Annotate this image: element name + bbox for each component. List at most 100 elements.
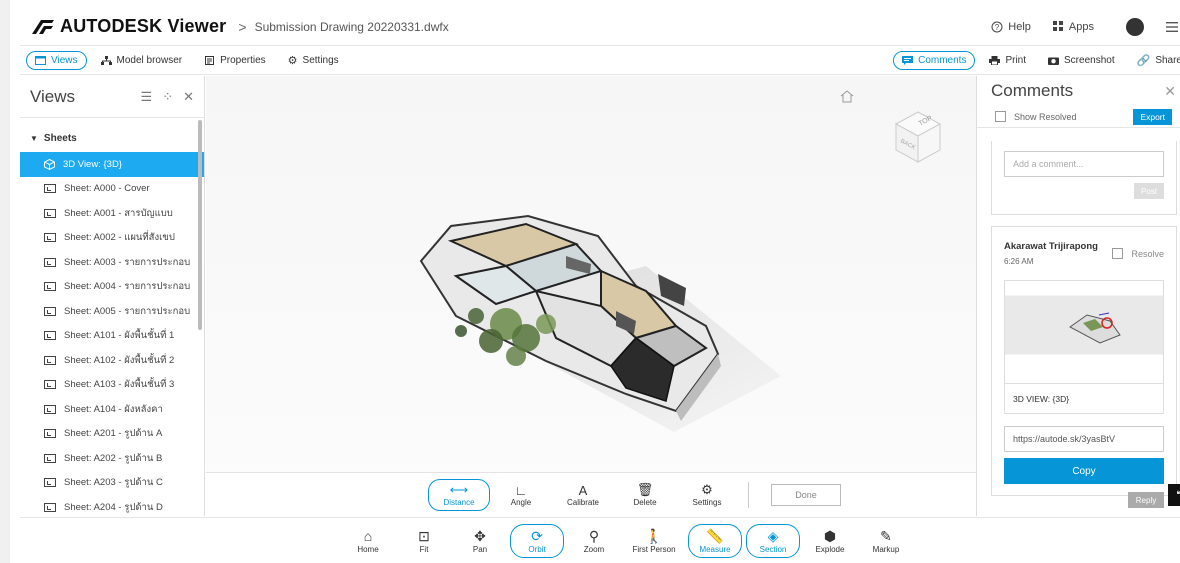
sheet-item[interactable]: Sheet: A101 - ผังพื้นชั้นที่ 1 [20, 324, 204, 349]
tree-item-label: Sheet: A101 - ผังพื้นชั้นที่ 1 [64, 330, 175, 342]
sheets-section-header[interactable]: ▼ Sheets [20, 124, 204, 152]
fit-button[interactable]: ⊡ Fit [396, 527, 452, 555]
sheet-item[interactable]: Sheet: A000 - Cover [20, 177, 204, 202]
measure-settings-button[interactable]: ⚙ Settings [676, 482, 738, 507]
help-label: Help [1008, 20, 1031, 33]
view-item-3d[interactable]: 3D View: {3D} [20, 152, 204, 177]
tree-item-label: 3D View: {3D} [63, 158, 122, 170]
export-button[interactable]: Export [1133, 108, 1172, 125]
sheet-item[interactable]: Sheet: A002 - แผนที่สังเขป [20, 226, 204, 251]
measure-done-button[interactable]: Done [771, 483, 841, 506]
caret-down-icon: ▼ [30, 133, 38, 143]
copy-link-button[interactable]: Copy [1004, 458, 1164, 484]
views-panel: Views ☰ ⁘ ✕ ▼ Sheets 3D View: {3D} Sheet:… [20, 76, 205, 516]
hamburger-menu-icon [1166, 21, 1178, 32]
pan-button[interactable]: ✥ Pan [452, 527, 508, 555]
orbit-button[interactable]: ⟳ Orbit [510, 523, 564, 558]
share-link-field[interactable]: https://autode.sk/3yasBtV [1004, 426, 1164, 452]
feedback-icon[interactable]: ❝ [1168, 484, 1180, 506]
fit-label: Fit [419, 545, 429, 554]
measure-angle-button[interactable]: ∟ Angle [490, 482, 552, 508]
angle-label: Angle [510, 498, 532, 507]
share-button[interactable]: 🔗 Share [1129, 51, 1180, 70]
zoom-label: Zoom [583, 545, 605, 554]
avatar [1126, 17, 1144, 36]
apps-grid-icon [1052, 21, 1063, 31]
toolbar-divider [748, 481, 749, 508]
resolve-checkbox[interactable] [1112, 248, 1124, 259]
user-avatar-button[interactable] [1126, 17, 1144, 36]
angle-icon: ∟ [514, 482, 528, 498]
measure-label: Measure [699, 545, 731, 554]
first-person-button[interactable]: 🚶 First Person [622, 527, 686, 555]
sheet-item[interactable]: Sheet: A102 - ผังพื้นชั้นที่ 2 [20, 348, 204, 373]
autodesk-viewer-app: AUTODESK Viewer > Submission Drawing 202… [0, 0, 1180, 563]
building-3d-model [419, 214, 781, 432]
sheet-icon [44, 502, 56, 512]
resolve-toggle[interactable]: Resolve [1112, 241, 1164, 266]
close-icon[interactable]: ✕ [183, 89, 194, 105]
settings-button[interactable]: ⚙ Settings [280, 51, 347, 70]
sheet-icon [44, 233, 56, 243]
breadcrumb-file-name[interactable]: Submission Drawing 20220331.dwfx [255, 20, 449, 34]
measure-delete-button[interactable]: 🗑 Delete [614, 482, 676, 507]
print-button[interactable]: Print [981, 52, 1034, 69]
screenshot-button[interactable]: Screenshot [1040, 52, 1123, 69]
sheet-item[interactable]: Sheet: A103 - ผังพื้นชั้นที่ 3 [20, 373, 204, 398]
measure-calibrate-button[interactable]: A Calibrate [552, 482, 614, 508]
sheet-item[interactable]: Sheet: A005 - รายการประกอบ [20, 299, 204, 324]
sheet-item[interactable]: Sheet: A003 - รายการประกอบ [20, 250, 204, 275]
sheet-icon [44, 404, 56, 414]
home-button[interactable]: ⌂ Home [340, 527, 396, 554]
show-resolved-checkbox[interactable] [995, 111, 1006, 122]
add-comment-input[interactable]: Add a comment... [1004, 151, 1164, 177]
views-panel-title: Views [30, 86, 76, 106]
grid-view-icon[interactable]: ⁘ [162, 89, 173, 105]
ruler-icon: 📏 [706, 527, 724, 544]
sheet-item[interactable]: Sheet: A203 - รูปด้าน C [20, 471, 204, 496]
reply-button[interactable]: Reply [1128, 492, 1164, 508]
apps-label: Apps [1068, 20, 1094, 33]
measure-button[interactable]: 📏 Measure [688, 523, 742, 558]
explode-button[interactable]: ⬢ Explode [802, 527, 858, 555]
markup-button[interactable]: ✎ Markup [858, 527, 914, 555]
show-resolved-label: Show Resolved [1014, 111, 1077, 122]
help-button[interactable]: ? Help [991, 21, 1031, 33]
model-browser-icon [100, 56, 112, 65]
sheet-item[interactable]: Sheet: A204 - รูปด้าน D [20, 495, 204, 516]
sheet-item[interactable]: Sheet: A004 - รายการประกอบ [20, 275, 204, 300]
gear-icon: ⚙ [701, 482, 713, 497]
close-icon[interactable]: ✕ [1164, 83, 1176, 100]
trash-icon: 🗑 [636, 482, 654, 497]
pan-label: Pan [472, 545, 488, 554]
tree-item-label: Sheet: A204 - รูปด้าน D [64, 501, 163, 513]
hamburger-menu-button[interactable] [1166, 21, 1178, 32]
measure-distance-button[interactable]: ⟷ Distance [428, 478, 490, 511]
section-button[interactable]: ◈ Section [746, 523, 800, 558]
sheet-item[interactable]: Sheet: A104 - ผังหลังคา [20, 397, 204, 422]
views-panel-scrollbar[interactable] [198, 120, 202, 330]
comment-view-thumbnail[interactable] [1004, 280, 1164, 384]
sheet-item[interactable]: Sheet: A202 - รูปด้าน B [20, 446, 204, 471]
views-panel-header: Views ☰ ⁘ ✕ [20, 76, 204, 118]
sheet-item[interactable]: Sheet: A201 - รูปด้าน A [20, 422, 204, 447]
person-icon: 🚶 [645, 527, 663, 544]
orbit-icon: ⟳ [531, 527, 543, 544]
sheet-icon [44, 282, 56, 292]
tree-item-label: Sheet: A102 - ผังพื้นชั้นที่ 2 [64, 354, 175, 366]
autodesk-logo[interactable]: AUTODESK Viewer [32, 16, 226, 37]
top-header: AUTODESK Viewer > Submission Drawing 202… [20, 8, 1180, 46]
share-label: Share [1155, 55, 1180, 66]
comments-toggle-button[interactable]: Comments [893, 51, 976, 70]
post-button[interactable]: Post [1134, 183, 1164, 199]
sheet-item[interactable]: Sheet: A001 - สารบัญแบบ [20, 201, 204, 226]
zoom-button[interactable]: ⚲ Zoom [566, 527, 622, 555]
apps-button[interactable]: Apps [1052, 20, 1094, 33]
model-browser-button[interactable]: Model browser [93, 52, 191, 69]
list-view-icon[interactable]: ☰ [141, 89, 153, 105]
show-resolved-row: Show Resolved Export [977, 106, 1180, 128]
views-tab-button[interactable]: Views [26, 51, 87, 70]
3d-viewport[interactable]: TOP BACK ⟷ Distance ∟ Angle A Calibrate … [206, 76, 976, 516]
properties-button[interactable]: Properties [196, 52, 274, 69]
comment-time: 6:26 AM [1004, 257, 1034, 266]
